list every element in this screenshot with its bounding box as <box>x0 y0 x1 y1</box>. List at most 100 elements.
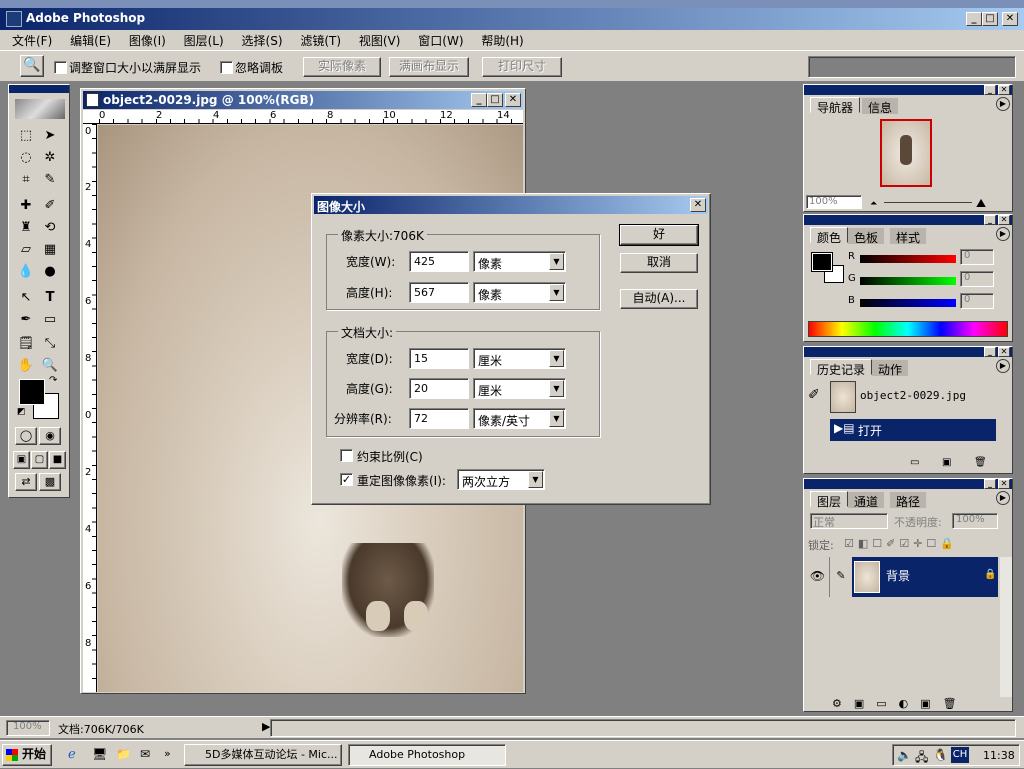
menu-filter[interactable]: 滤镜(T) <box>300 34 341 48</box>
path-selection-tool-icon[interactable]: ↖ <box>15 287 37 308</box>
tab-channels[interactable]: 通道 <box>848 492 885 509</box>
dialog-close-button[interactable]: ✕ <box>690 198 706 212</box>
resample-checkbox[interactable]: ✓ <box>340 473 353 486</box>
green-slider[interactable] <box>860 277 956 285</box>
color-ramp[interactable] <box>808 321 1008 337</box>
navigator-zoom-slider[interactable] <box>884 202 972 203</box>
status-zoom-field[interactable]: 100% <box>6 720 50 736</box>
pixel-width-input[interactable]: 425 <box>409 251 469 272</box>
type-tool-icon[interactable]: T <box>39 287 61 308</box>
screen-mode-standard-icon[interactable]: ▣ <box>13 451 30 469</box>
tab-paths[interactable]: 路径 <box>890 492 927 509</box>
lasso-tool-icon[interactable]: ◌ <box>15 147 37 168</box>
layer-row-background[interactable]: 👁 ✎ 背景 🔒 <box>806 557 998 597</box>
layers-footer-icons[interactable]: ⚙▣▭◐▣🗑 <box>832 697 969 710</box>
doc-minimize-button[interactable]: _ <box>471 93 487 107</box>
standard-mode-icon[interactable]: ◯ <box>15 427 37 445</box>
panel-minimize-button[interactable]: _ <box>984 85 996 95</box>
history-brush-tool-icon[interactable]: ⟲ <box>39 217 61 238</box>
history-brush-source-icon[interactable]: ✐ <box>808 387 820 403</box>
desktop-icon[interactable]: 📁 <box>116 747 131 761</box>
doc-height-unit-select[interactable]: 厘米 ▼ <box>473 378 566 399</box>
foreground-color-swatch[interactable] <box>811 252 833 272</box>
panel-close-button[interactable]: ✕ <box>998 215 1010 225</box>
maximize-button[interactable]: □ <box>982 12 998 26</box>
fit-on-screen-button[interactable]: 满画布显示 <box>389 57 469 77</box>
zoom-in-icon[interactable]: ⛰ <box>976 196 986 211</box>
panel-minimize-button[interactable]: _ <box>984 215 996 225</box>
menu-image[interactable]: 图像(I) <box>129 34 166 48</box>
eraser-tool-icon[interactable]: ▱ <box>15 239 37 260</box>
resample-method-select[interactable]: 两次立方 ▼ <box>457 469 545 490</box>
new-snapshot-icon[interactable]: ▣ <box>942 457 951 468</box>
history-snapshot-label[interactable]: object2-0029.jpg <box>860 389 966 402</box>
panel-menu-arrow-icon[interactable]: ▶ <box>996 227 1010 241</box>
pen-tool-icon[interactable]: ✒ <box>15 309 37 330</box>
notes-tool-icon[interactable]: 🗒 <box>15 333 37 354</box>
blue-slider[interactable] <box>860 299 956 307</box>
panel-menu-arrow-icon[interactable]: ▶ <box>996 97 1010 111</box>
outlook-icon[interactable]: ✉ <box>140 747 150 761</box>
volume-icon[interactable]: 🔈 <box>897 748 912 762</box>
lock-options-icons[interactable]: ☑◧☐✐☑✛☐🔒 <box>844 537 958 550</box>
language-indicator[interactable]: CH <box>951 747 969 763</box>
tab-info[interactable]: 信息 <box>862 98 899 115</box>
cancel-button[interactable]: 取消 <box>620 253 698 273</box>
chevron-down-icon[interactable]: ▼ <box>528 471 543 488</box>
rectangle-tool-icon[interactable]: ▭ <box>39 309 61 330</box>
magic-wand-tool-icon[interactable]: ✲ <box>39 147 61 168</box>
clone-stamp-tool-icon[interactable]: ♜ <box>15 217 37 238</box>
tab-swatches[interactable]: 色板 <box>848 228 885 245</box>
actual-pixels-button[interactable]: 实际像素 <box>303 57 381 77</box>
resolution-unit-select[interactable]: 像素/英寸 ▼ <box>473 408 566 429</box>
quick-mask-mode-icon[interactable]: ◉ <box>39 427 61 445</box>
slice-tool-icon[interactable]: ✎ <box>39 169 61 190</box>
resolution-input[interactable]: 72 <box>409 408 469 429</box>
more-quicklaunch-icon[interactable]: » <box>164 747 171 760</box>
gradient-tool-icon[interactable]: ▦ <box>39 239 61 260</box>
blur-tool-icon[interactable]: 💧 <box>15 261 37 282</box>
menu-edit[interactable]: 编辑(E) <box>70 34 111 48</box>
blue-value-field[interactable]: 0 <box>960 293 994 309</box>
menu-select[interactable]: 选择(S) <box>242 34 283 48</box>
ok-button[interactable]: 好 <box>619 224 699 246</box>
new-document-from-state-icon[interactable]: ▭ <box>910 457 919 468</box>
pixel-height-input[interactable]: 567 <box>409 282 469 303</box>
navigator-zoom-field[interactable]: 100% <box>806 195 862 209</box>
resize-window-checkbox[interactable] <box>54 61 67 74</box>
imageready-icon[interactable]: ▩ <box>39 473 61 491</box>
tab-layers[interactable]: 图层 <box>810 491 849 509</box>
move-tool-icon[interactable]: ➤ <box>39 125 61 146</box>
panel-minimize-button[interactable]: _ <box>984 479 996 489</box>
qq-icon[interactable]: 🐧 <box>933 748 948 762</box>
crop-tool-icon[interactable]: ⌗ <box>15 169 37 190</box>
zoom-tool-icon[interactable]: 🔍 <box>39 355 61 376</box>
navigator-thumbnail[interactable] <box>880 119 932 187</box>
chevron-down-icon[interactable]: ▼ <box>549 380 564 397</box>
doc-close-button[interactable]: ✕ <box>505 93 521 107</box>
adobe-logo-icon[interactable] <box>15 99 65 119</box>
jump-to-imageready-icon[interactable]: ⇄ <box>15 473 37 491</box>
zoom-tool-icon[interactable]: 🔍 <box>20 55 44 77</box>
chevron-down-icon[interactable]: ▼ <box>549 284 564 301</box>
hand-tool-icon[interactable]: ✋ <box>15 355 37 376</box>
ignore-palettes-checkbox[interactable] <box>220 61 233 74</box>
doc-height-input[interactable]: 20 <box>409 378 469 399</box>
brush-tool-icon[interactable]: ✐ <box>39 195 61 216</box>
dodge-tool-icon[interactable]: ● <box>39 261 61 282</box>
screen-mode-full-icon[interactable]: ■ <box>49 451 66 469</box>
close-button[interactable]: ✕ <box>1002 12 1018 26</box>
chevron-down-icon[interactable]: ▼ <box>549 350 564 367</box>
zoom-out-icon[interactable]: ⏶ <box>870 199 877 209</box>
menu-file[interactable]: 文件(F) <box>12 34 52 48</box>
taskbar-task-photoshop[interactable]: Adobe Photoshop <box>348 744 506 766</box>
blend-mode-select[interactable]: 正常 <box>810 513 888 529</box>
tab-color[interactable]: 颜色 <box>810 227 849 245</box>
foreground-color-swatch-top[interactable] <box>19 379 45 405</box>
tab-navigator[interactable]: 导航器 <box>810 97 861 115</box>
chevron-down-icon[interactable]: ▼ <box>549 253 564 270</box>
tab-history[interactable]: 历史记录 <box>810 359 873 377</box>
layer-brush-icon[interactable]: ✎ <box>830 557 852 597</box>
eyedropper-tool-icon[interactable]: ⤡ <box>39 333 61 354</box>
pixel-width-unit-select[interactable]: 像素 ▼ <box>473 251 566 272</box>
